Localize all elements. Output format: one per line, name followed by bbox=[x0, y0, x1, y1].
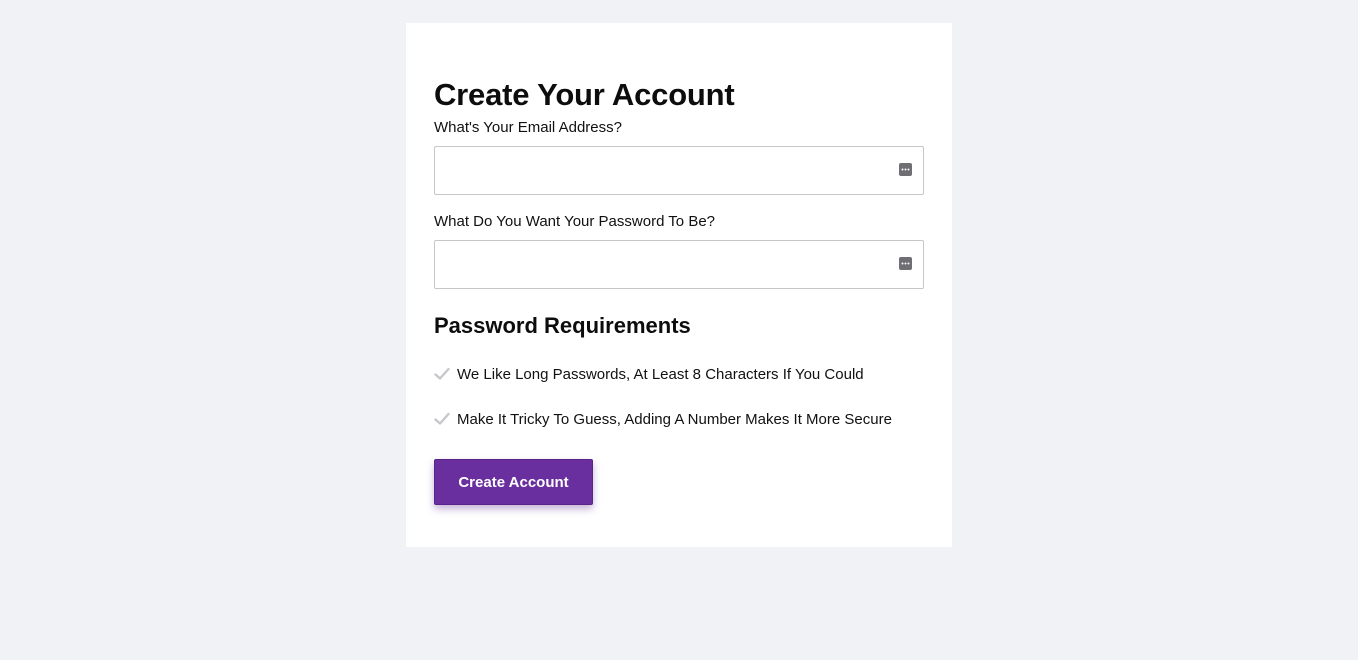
requirement-text: We Like Long Passwords, At Least 8 Chara… bbox=[457, 366, 864, 383]
email-label: What's Your Email Address? bbox=[434, 119, 622, 136]
requirement-text: Make It Tricky To Guess, Adding A Number… bbox=[457, 411, 892, 428]
password-manager-key-icon[interactable] bbox=[899, 163, 912, 176]
email-field[interactable] bbox=[435, 147, 899, 192]
requirements-title: Password Requirements bbox=[434, 313, 691, 338]
email-field-wrapper[interactable] bbox=[434, 146, 924, 195]
password-field[interactable] bbox=[435, 241, 899, 286]
requirements-list: We Like Long Passwords, At Least 8 Chara… bbox=[434, 366, 892, 456]
requirement-item: Make It Tricky To Guess, Adding A Number… bbox=[434, 411, 892, 456]
checkmark-icon bbox=[434, 412, 450, 425]
create-account-button[interactable]: Create Account bbox=[434, 459, 593, 505]
checkmark-icon bbox=[434, 367, 450, 380]
signup-card: Create Your Account What's Your Email Ad… bbox=[406, 23, 952, 547]
page-title: Create Your Account bbox=[434, 77, 735, 112]
requirement-item: We Like Long Passwords, At Least 8 Chara… bbox=[434, 366, 892, 411]
password-field-wrapper[interactable] bbox=[434, 240, 924, 289]
password-manager-key-icon[interactable] bbox=[899, 257, 912, 270]
password-label: What Do You Want Your Password To Be? bbox=[434, 213, 716, 230]
